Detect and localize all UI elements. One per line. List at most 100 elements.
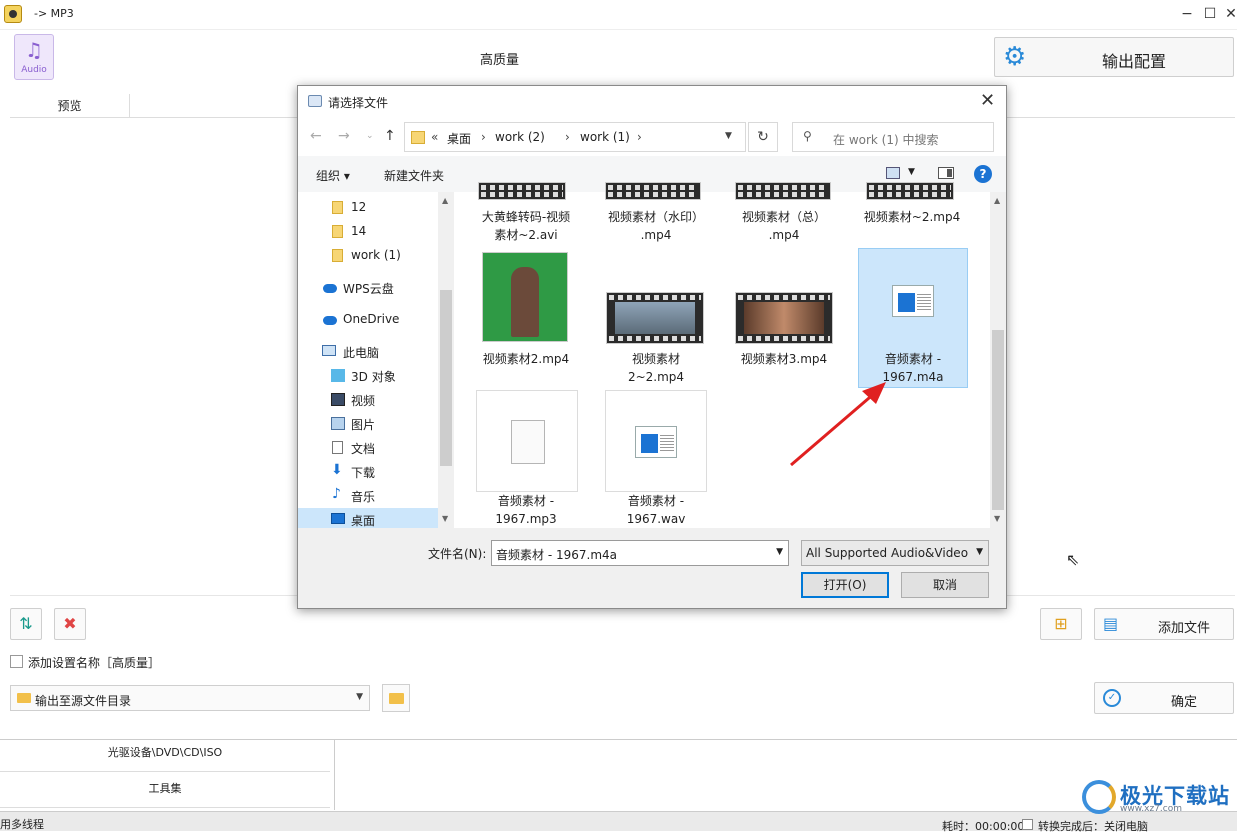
open-button[interactable]: 打开(O)	[801, 572, 889, 598]
up-arrow-icon[interactable]: ↑	[384, 128, 396, 144]
minimize-button[interactable]: −	[1178, 5, 1196, 23]
breadcrumb-separator[interactable]: ›	[637, 130, 642, 144]
file-name: 1967.wav	[626, 512, 686, 526]
watermark-logo-icon	[1082, 780, 1116, 814]
nav-item[interactable]: WPS云盘	[298, 276, 438, 300]
file-tile	[605, 390, 707, 492]
shutdown-checkbox[interactable]	[1022, 819, 1033, 830]
file-view[interactable]: 大黄蜂转码-视频 素材~2.avi 视频素材（水印） .mp4 视频素材（总） …	[454, 182, 1079, 569]
help-icon[interactable]: ?	[974, 165, 992, 183]
video-thumbnail	[735, 292, 833, 344]
navigation-pane: 12 14 work (1) WPS云盘 OneDrive 此电脑 3D 对象 …	[298, 192, 454, 530]
refresh-icon[interactable]: ↻	[748, 122, 778, 152]
maximize-button[interactable]: ☐	[1201, 5, 1219, 23]
browse-folder-button[interactable]	[382, 684, 410, 712]
nav-item[interactable]: ♪ 音乐	[298, 484, 438, 508]
video-thumbnail	[735, 182, 831, 200]
breadcrumb-overflow[interactable]: «	[431, 130, 438, 144]
cloud-icon	[323, 284, 337, 293]
address-bar[interactable]: « 桌面 › work (2) › work (1) › ▼	[404, 122, 746, 152]
watermark: 极光下载站 www.xz7.com	[1076, 778, 1236, 814]
output-config-button[interactable]: ⚙ 输出配置	[994, 37, 1234, 77]
nav-item-selected[interactable]: 桌面	[298, 508, 438, 530]
nav-item[interactable]: OneDrive	[298, 308, 438, 332]
tab-preview[interactable]: 预览	[10, 94, 130, 118]
breadcrumb-work1[interactable]: work (1)	[580, 130, 630, 144]
scroll-up-icon[interactable]: ▲	[994, 196, 1000, 205]
mouse-cursor-icon: ⇖	[1066, 550, 1080, 569]
view-icon[interactable]	[886, 167, 900, 179]
document-icon	[511, 420, 545, 464]
nav-item[interactable]: 文档	[298, 436, 438, 460]
nav-scrollbar-thumb[interactable]	[440, 290, 452, 466]
file-name: 视频素材	[631, 352, 680, 366]
audio-file-icon	[635, 426, 677, 458]
close-button[interactable]: ✕	[1222, 5, 1237, 23]
chevron-down-icon[interactable]: ▼	[908, 167, 915, 177]
recent-chevron-icon[interactable]: ⌄	[366, 131, 374, 141]
file-name: 视频素材（水印）	[607, 210, 704, 224]
forward-arrow-icon[interactable]: →	[338, 128, 350, 144]
file-name: 视频素材2.mp4	[482, 352, 570, 366]
nav-item[interactable]: 此电脑	[298, 340, 438, 364]
back-arrow-icon[interactable]: ←	[310, 128, 322, 144]
file-name: 视频素材3.mp4	[740, 352, 828, 366]
left-panel: 光驱设备\DVD\CD\ISO 工具集	[0, 740, 335, 810]
dialog-icon	[308, 95, 322, 107]
nav-item-label: work (1)	[351, 248, 401, 262]
output-dir-select[interactable]: 输出至源文件目录 ▼	[10, 685, 370, 711]
status-time: 耗时：00:00:00	[942, 820, 1025, 833]
folder-icon	[332, 201, 343, 214]
nav-item-label: 视频	[351, 394, 376, 408]
scroll-down-icon[interactable]: ▼	[994, 514, 1000, 523]
audio-format-icon[interactable]: ♫ Audio	[14, 34, 54, 80]
output-dir-value: 输出至源文件目录	[35, 694, 132, 708]
nav-item[interactable]: 14	[298, 220, 438, 244]
nav-item[interactable]: 图片	[298, 412, 438, 436]
cancel-button[interactable]: 取消	[901, 572, 989, 598]
file-name: .mp4	[640, 228, 672, 242]
dialog-close-icon[interactable]: ✕	[980, 90, 995, 111]
left-item-toolkit[interactable]: 工具集	[0, 776, 330, 808]
add-setting-name-label: 添加设置名称［高质量］	[28, 656, 161, 670]
sort-icon[interactable]: ⇅	[10, 608, 42, 640]
add-file-button[interactable]: ▤ 添加文件	[1094, 608, 1234, 640]
chevron-down-icon[interactable]: ▼	[725, 131, 732, 141]
file-item-selected[interactable]: 音频素材 - 1967.m4a	[858, 248, 968, 388]
music-icon: ♪	[332, 486, 341, 502]
nav-item[interactable]: 视频	[298, 388, 438, 412]
delete-icon[interactable]: ✖	[54, 608, 86, 640]
file-type-select[interactable]: All Supported Audio&Video ▼	[801, 540, 989, 566]
preview-pane-icon[interactable]	[938, 167, 954, 179]
thumbnail-image	[615, 302, 695, 334]
organize-menu[interactable]: 组织 ▾	[316, 167, 350, 184]
title-bar: -> MP3 − ☐ ✕	[0, 0, 1237, 30]
scroll-up-icon[interactable]: ▲	[442, 196, 448, 205]
search-input[interactable]: ⚲ 在 work (1) 中搜索	[792, 122, 994, 152]
chevron-down-icon[interactable]: ▼	[776, 547, 783, 557]
folder-icon	[411, 131, 425, 144]
breadcrumb-separator[interactable]: ›	[565, 130, 570, 144]
status-thread: 用多线程	[0, 818, 44, 831]
confirm-button[interactable]: ✓ 确定	[1094, 682, 1234, 714]
breadcrumb-desktop[interactable]: 桌面	[447, 130, 471, 147]
breadcrumb-separator[interactable]: ›	[481, 130, 486, 144]
file-name: 2~2.mp4	[627, 370, 685, 384]
dialog-title: 请选择文件	[328, 96, 389, 110]
audio-icon-label: Audio	[21, 65, 47, 75]
nav-item[interactable]: ⬇ 下载	[298, 460, 438, 484]
breadcrumb-work2[interactable]: work (2)	[495, 130, 545, 144]
nav-item[interactable]: 12	[298, 196, 438, 220]
folder-icon	[332, 225, 343, 238]
left-item-disc[interactable]: 光驱设备\DVD\CD\ISO	[0, 740, 330, 772]
new-folder-button[interactable]: 新建文件夹	[384, 167, 444, 184]
nav-item[interactable]: 3D 对象	[298, 364, 438, 388]
file-scrollbar-thumb[interactable]	[992, 330, 1004, 510]
watermark-url: www.xz7.com	[1120, 804, 1182, 814]
add-folder-icon[interactable]: ⊞	[1040, 608, 1082, 640]
nav-item[interactable]: work (1)	[298, 244, 438, 268]
scroll-down-icon[interactable]: ▼	[442, 514, 448, 523]
add-setting-name-checkbox[interactable]	[10, 655, 23, 668]
filename-value: 音频素材 - 1967.m4a	[496, 548, 617, 562]
filename-input[interactable]: 音频素材 - 1967.m4a ▼	[491, 540, 789, 566]
